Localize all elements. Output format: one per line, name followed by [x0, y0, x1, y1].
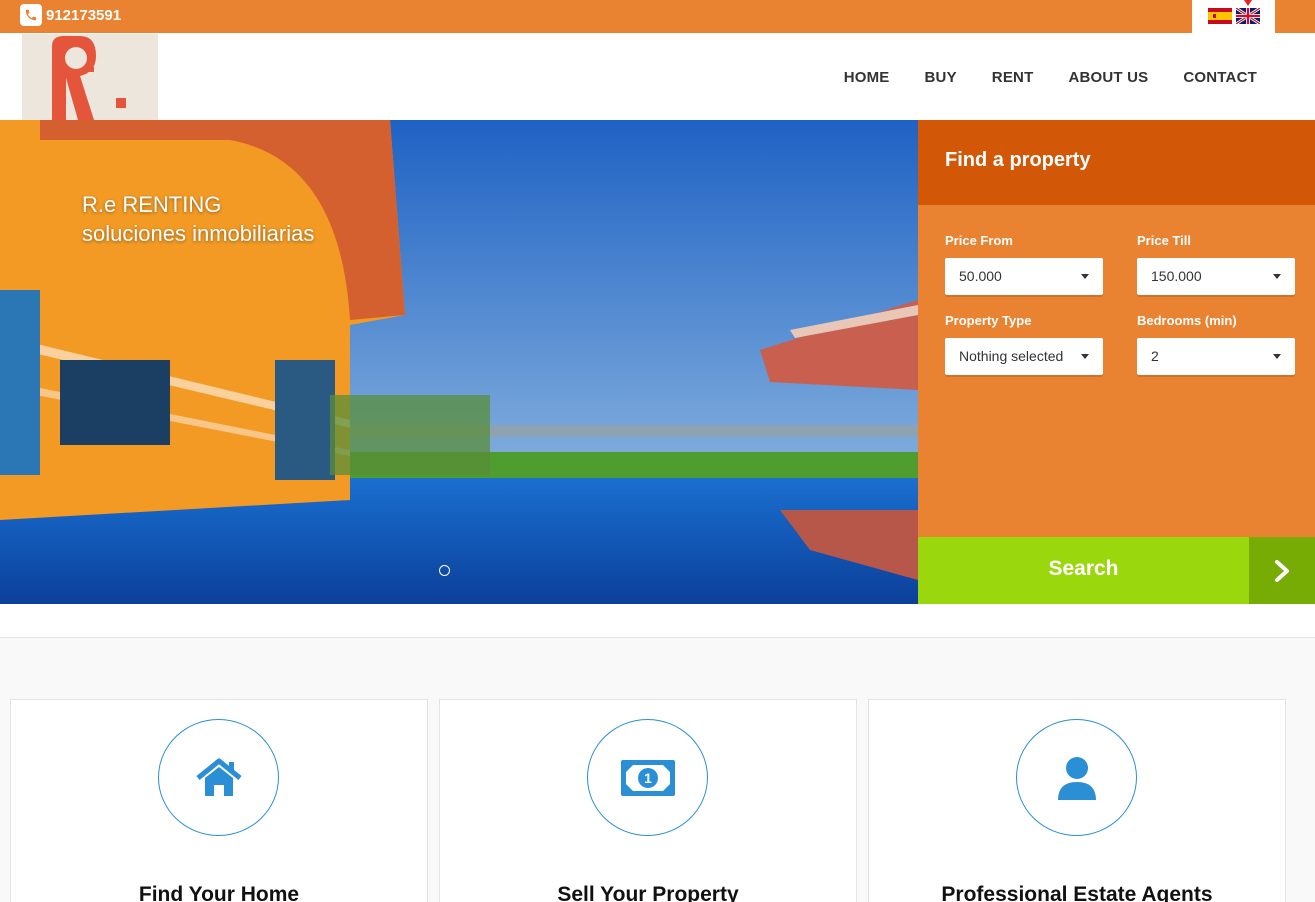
property-type-value: Nothing selected — [959, 348, 1064, 364]
bedrooms-select[interactable]: 2 — [1137, 338, 1295, 375]
feature-title: Sell Your Property — [557, 883, 739, 902]
feature-card-find-home[interactable]: Find Your Home — [10, 699, 428, 902]
site-logo[interactable] — [22, 34, 158, 120]
feature-card-agents[interactable]: Professional Estate Agents — [868, 699, 1286, 902]
top-bar: 912173591 — [0, 0, 1315, 33]
slider-dot[interactable] — [439, 565, 450, 576]
nav-buy[interactable]: BUY — [925, 69, 957, 86]
price-from-label: Price From — [945, 233, 1013, 248]
nav-rent[interactable]: RENT — [992, 69, 1034, 86]
spain-flag-icon[interactable] — [1208, 8, 1232, 24]
phone-number: 912173591 — [46, 6, 122, 24]
chevron-down-icon — [1273, 354, 1281, 359]
site-header: HOME BUY RENT ABOUT US CONTACT — [0, 33, 1315, 120]
main-nav: HOME BUY RENT ABOUT US CONTACT — [844, 69, 1257, 86]
uk-flag-icon[interactable] — [1236, 8, 1260, 24]
bedrooms-label: Bedrooms (min) — [1137, 313, 1237, 328]
hero-caption: R.e RENTING soluciones inmobiliarias — [82, 190, 314, 248]
price-till-label: Price Till — [1137, 233, 1191, 248]
property-type-label: Property Type — [945, 313, 1032, 328]
phone-contact[interactable]: 912173591 — [20, 4, 121, 26]
search-panel-title: Find a property — [918, 120, 1315, 205]
nav-contact[interactable]: CONTACT — [1183, 69, 1257, 86]
phone-icon — [20, 4, 42, 26]
feature-title: Find Your Home — [138, 883, 300, 902]
hero-slider: R.e RENTING soluciones inmobiliarias — [0, 120, 918, 604]
user-icon — [1057, 756, 1096, 800]
feature-icon-circle — [158, 719, 279, 836]
nav-home[interactable]: HOME — [844, 69, 890, 86]
feature-icon-circle: 1 — [587, 719, 708, 836]
chevron-down-icon — [1273, 274, 1281, 279]
hero-subtitle: soluciones inmobiliarias — [82, 221, 315, 246]
property-type-select[interactable]: Nothing selected — [945, 338, 1103, 375]
chevron-right-icon — [1275, 559, 1289, 582]
banknote-icon: 1 — [620, 759, 675, 796]
active-language-marker — [1244, 0, 1252, 6]
feature-title: Professional Estate Agents — [941, 883, 1213, 902]
price-till-select[interactable]: 150.000 — [1137, 258, 1295, 295]
svg-text:1: 1 — [644, 770, 652, 786]
search-button[interactable]: Search — [918, 537, 1249, 604]
section-divider — [0, 604, 1315, 638]
nav-about-us[interactable]: ABOUT US — [1068, 69, 1148, 86]
price-from-select[interactable]: 50.000 — [945, 258, 1103, 295]
hero-title: R.e RENTING — [82, 192, 222, 217]
price-from-value: 50.000 — [959, 268, 1002, 284]
feature-icon-circle — [1016, 719, 1137, 836]
feature-card-sell-property[interactable]: 1 Sell Your Property — [439, 699, 857, 902]
bedrooms-value: 2 — [1151, 348, 1159, 364]
chevron-down-icon — [1081, 354, 1089, 359]
search-arrow-button[interactable] — [1249, 537, 1315, 604]
language-switcher — [1192, 0, 1275, 33]
chevron-down-icon — [1081, 274, 1089, 279]
home-icon — [195, 758, 242, 796]
price-till-value: 150.000 — [1151, 268, 1202, 284]
property-search-panel: Find a property Price From 50.000 Price … — [918, 120, 1315, 604]
